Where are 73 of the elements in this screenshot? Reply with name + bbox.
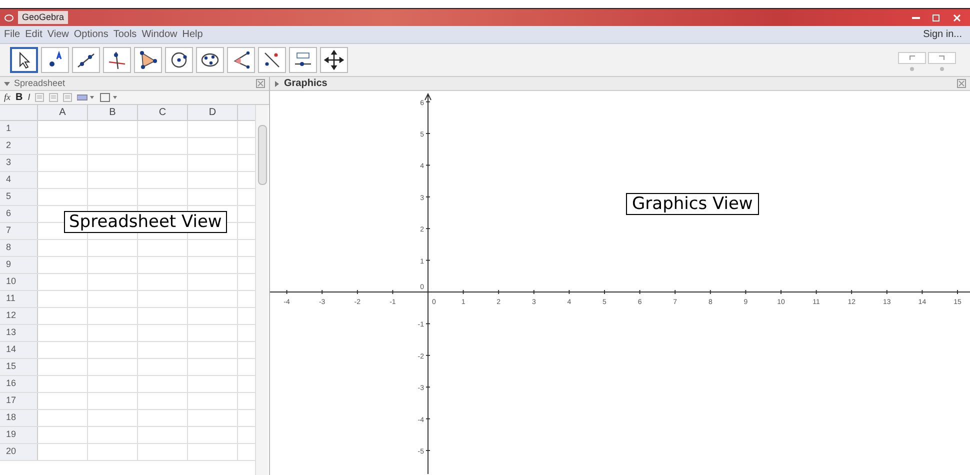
menu-item[interactable]: Tools (113, 27, 137, 42)
tool-button[interactable] (289, 47, 317, 73)
tool-button[interactable] (41, 47, 69, 73)
row-header[interactable]: 17 (0, 393, 38, 409)
menu-item[interactable]: Edit (25, 27, 42, 42)
column-header[interactable]: D (188, 105, 238, 120)
border-dropdown-icon[interactable] (100, 93, 118, 102)
tool-button[interactable] (196, 47, 224, 73)
row-header[interactable]: 9 (0, 257, 38, 273)
tool-button[interactable] (103, 47, 131, 73)
pan-icon (324, 50, 344, 70)
menu-item[interactable]: File (4, 27, 20, 42)
tool-button[interactable] (227, 47, 255, 73)
row-header[interactable]: 3 (0, 155, 38, 171)
row-header[interactable]: 20 (0, 444, 38, 460)
angle-icon (231, 50, 251, 70)
row-header[interactable]: 12 (0, 308, 38, 324)
row-header[interactable]: 13 (0, 325, 38, 341)
menu-item[interactable]: View (47, 27, 69, 42)
bold-button[interactable]: B (16, 90, 23, 105)
row-header[interactable]: 10 (0, 274, 38, 290)
row-header[interactable]: 16 (0, 376, 38, 392)
panel-title: Spreadsheet (14, 76, 66, 90)
row-header[interactable]: 19 (0, 427, 38, 443)
polygon-icon (138, 50, 158, 70)
circle-icon (169, 50, 189, 70)
row-header[interactable]: 4 (0, 172, 38, 188)
close-panel-icon[interactable] (256, 79, 265, 88)
redo-icon (938, 55, 946, 61)
expand-icon[interactable] (274, 80, 280, 86)
row-header[interactable]: 1 (0, 121, 38, 137)
tool-button[interactable] (165, 47, 193, 73)
close-panel-icon[interactable] (957, 79, 966, 88)
perpendicular-icon (107, 50, 127, 70)
undo-icon (908, 55, 916, 61)
annotation-label: Spreadsheet View (64, 211, 227, 233)
redo-button[interactable] (928, 52, 956, 64)
column-header[interactable]: C (138, 105, 188, 120)
row-header[interactable]: 14 (0, 342, 38, 358)
annotation-label: Graphics View (626, 193, 759, 215)
row-header[interactable]: 18 (0, 410, 38, 426)
formula-button[interactable]: fx (4, 90, 10, 104)
row-header[interactable]: 6 (0, 206, 38, 222)
scroll-thumb[interactable] (258, 125, 266, 185)
italic-button[interactable]: I (28, 90, 30, 104)
column-header[interactable]: B (88, 105, 138, 120)
tool-button[interactable] (258, 47, 286, 73)
row-header[interactable]: 15 (0, 359, 38, 375)
column-header[interactable]: A (38, 105, 88, 120)
reflect-icon (262, 50, 282, 70)
row-header[interactable]: 5 (0, 189, 38, 205)
sign-in-link[interactable]: Sign in... (923, 27, 966, 42)
close-icon (953, 14, 961, 22)
tool-button[interactable] (10, 47, 38, 73)
menu-item[interactable]: Window (142, 27, 178, 42)
panel-title: Graphics (284, 77, 328, 91)
menu-item[interactable]: Options (74, 27, 108, 42)
tool-button[interactable] (134, 47, 162, 73)
minimize-icon (912, 16, 920, 20)
app-icon (4, 12, 14, 22)
undo-button[interactable] (898, 52, 926, 64)
color-dropdown-icon[interactable] (77, 93, 96, 102)
row-header[interactable]: 11 (0, 291, 38, 307)
window-title: GeoGebra (18, 10, 68, 24)
tool-button[interactable] (320, 47, 348, 73)
collapse-icon[interactable] (4, 80, 10, 86)
row-header[interactable]: 7 (0, 223, 38, 239)
menu-item[interactable]: Help (182, 27, 203, 42)
row-header[interactable]: 8 (0, 240, 38, 256)
vertical-scrollbar[interactable] (255, 105, 268, 475)
tool-button[interactable] (72, 47, 100, 73)
maximize-icon (932, 14, 940, 22)
row-header[interactable]: 2 (0, 138, 38, 154)
